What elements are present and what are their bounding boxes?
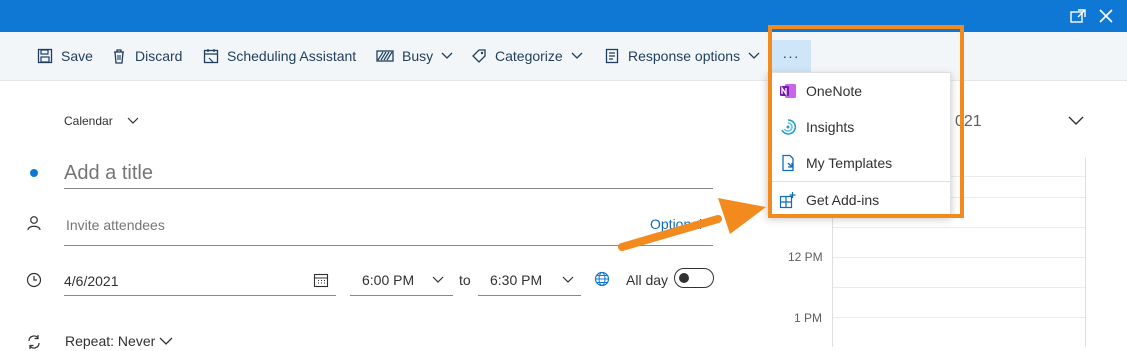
orange-arrow-annotation [618,198,766,251]
